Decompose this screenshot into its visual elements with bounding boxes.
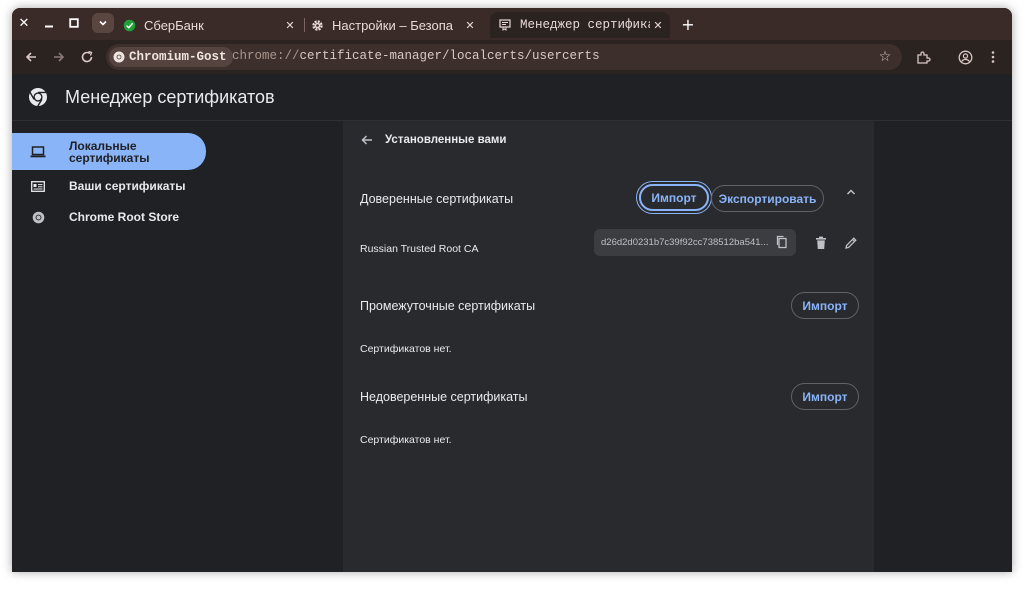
import-untrusted-button[interactable]: Импорт bbox=[791, 383, 859, 410]
page-title: Менеджер сертификатов bbox=[65, 87, 275, 107]
back-icon[interactable] bbox=[22, 48, 40, 66]
main-panel: Установленные вами Доверенные сертификат… bbox=[343, 121, 874, 572]
url-scheme: chrome:// bbox=[232, 49, 300, 63]
trusted-certificates-label: Доверенные сертификаты bbox=[360, 192, 514, 206]
tab-certificate-manager[interactable]: Менеджер сертифика ✕ bbox=[490, 12, 670, 38]
chrome-logo-icon bbox=[29, 88, 47, 107]
tab-title: Менеджер сертифика bbox=[520, 18, 650, 32]
browser-toolbar: Chromium-Gost chrome://certificate-manag… bbox=[12, 40, 1012, 74]
page-content: Менеджер сертификатов Локальные сертифик… bbox=[12, 74, 1012, 572]
sidebar-item-label: Локальные сертификаты bbox=[69, 138, 150, 165]
tab-title: Настройки – Безопа bbox=[332, 17, 453, 33]
reload-icon[interactable] bbox=[78, 48, 96, 66]
url-text: chrome://certificate-manager/localcerts/… bbox=[232, 49, 600, 63]
tab-close-icon[interactable]: ✕ bbox=[650, 19, 666, 32]
browser-window: ✕ СберБанк ✕ Настройки – Безопа ✕ Менедж… bbox=[12, 8, 1012, 572]
certificate-hash: d26d2d0231b7c39f92cc738512ba541... bbox=[601, 237, 769, 248]
chevron-up-icon[interactable] bbox=[843, 184, 859, 200]
import-trusted-button[interactable]: Импорт bbox=[639, 184, 709, 211]
export-trusted-button[interactable]: Экспортировать bbox=[711, 185, 824, 212]
certificate-name: Russian Trusted Root CA bbox=[360, 243, 479, 255]
chrome-icon bbox=[30, 209, 46, 225]
id-card-icon bbox=[30, 178, 46, 194]
profile-icon[interactable] bbox=[956, 48, 974, 66]
sidebar-item-chrome-root-store[interactable]: Chrome Root Store bbox=[12, 204, 206, 230]
sidebar-item-your-certificates[interactable]: Ваши сертификаты bbox=[12, 173, 206, 199]
sidebar: Локальные сертификаты Ваши сертификаты C… bbox=[12, 121, 212, 572]
tab-separator bbox=[304, 18, 305, 32]
intermediate-empty-text: Сертификатов нет. bbox=[360, 343, 452, 355]
tab-search-button[interactable] bbox=[92, 13, 114, 33]
close-icon[interactable]: ✕ bbox=[14, 13, 34, 33]
chromium-icon bbox=[113, 51, 125, 63]
gear-icon bbox=[310, 18, 324, 32]
tab-close-icon[interactable]: ✕ bbox=[282, 19, 298, 32]
tab-title: СберБанк bbox=[144, 17, 204, 33]
import-intermediate-button[interactable]: Импорт bbox=[791, 292, 859, 319]
untrusted-empty-text: Сертификатов нет. bbox=[360, 434, 452, 446]
site-chip-label: Chromium-Gost bbox=[129, 50, 227, 64]
delete-icon[interactable] bbox=[813, 235, 829, 251]
section-title: Установленные вами bbox=[385, 134, 507, 146]
sidebar-item-label: Ваши сертификаты bbox=[69, 179, 186, 193]
certificate-icon bbox=[498, 18, 512, 32]
sidebar-item-local-certificates[interactable]: Локальные сертификаты bbox=[12, 133, 206, 170]
certificate-hash-field: d26d2d0231b7c39f92cc738512ba541... bbox=[594, 229, 796, 256]
untrusted-certificates-label: Недоверенные сертификаты bbox=[360, 390, 528, 404]
maximize-icon[interactable] bbox=[64, 13, 84, 33]
url-path: certificate-manager/localcerts/usercerts bbox=[299, 49, 600, 63]
extensions-icon[interactable] bbox=[914, 48, 932, 66]
forward-icon[interactable] bbox=[50, 48, 68, 66]
intermediate-certificates-label: Промежуточные сертификаты bbox=[360, 299, 536, 313]
chevron-down-icon bbox=[99, 20, 107, 26]
site-info-chip[interactable]: Chromium-Gost bbox=[109, 47, 233, 67]
sidebar-item-label: Chrome Root Store bbox=[69, 210, 180, 224]
page-header: Менеджер сертификатов bbox=[12, 74, 1012, 121]
new-tab-button[interactable]: + bbox=[678, 14, 698, 34]
tab-close-icon[interactable]: ✕ bbox=[462, 19, 478, 32]
tab-sberbank[interactable]: СберБанк ✕ bbox=[122, 12, 298, 38]
bookmark-star-icon[interactable]: ☆ bbox=[876, 48, 894, 66]
minimize-icon[interactable] bbox=[39, 13, 59, 33]
menu-kebab-icon[interactable] bbox=[984, 48, 1002, 66]
laptop-icon bbox=[30, 144, 46, 160]
address-bar[interactable]: Chromium-Gost chrome://certificate-manag… bbox=[106, 44, 902, 70]
edit-pencil-icon[interactable] bbox=[843, 235, 859, 251]
sber-favicon bbox=[122, 18, 136, 32]
back-arrow-icon[interactable] bbox=[359, 132, 375, 148]
tab-settings[interactable]: Настройки – Безопа ✕ bbox=[310, 12, 478, 38]
tab-strip: ✕ СберБанк ✕ Настройки – Безопа ✕ Менедж… bbox=[12, 8, 1012, 40]
copy-icon[interactable] bbox=[775, 235, 789, 249]
